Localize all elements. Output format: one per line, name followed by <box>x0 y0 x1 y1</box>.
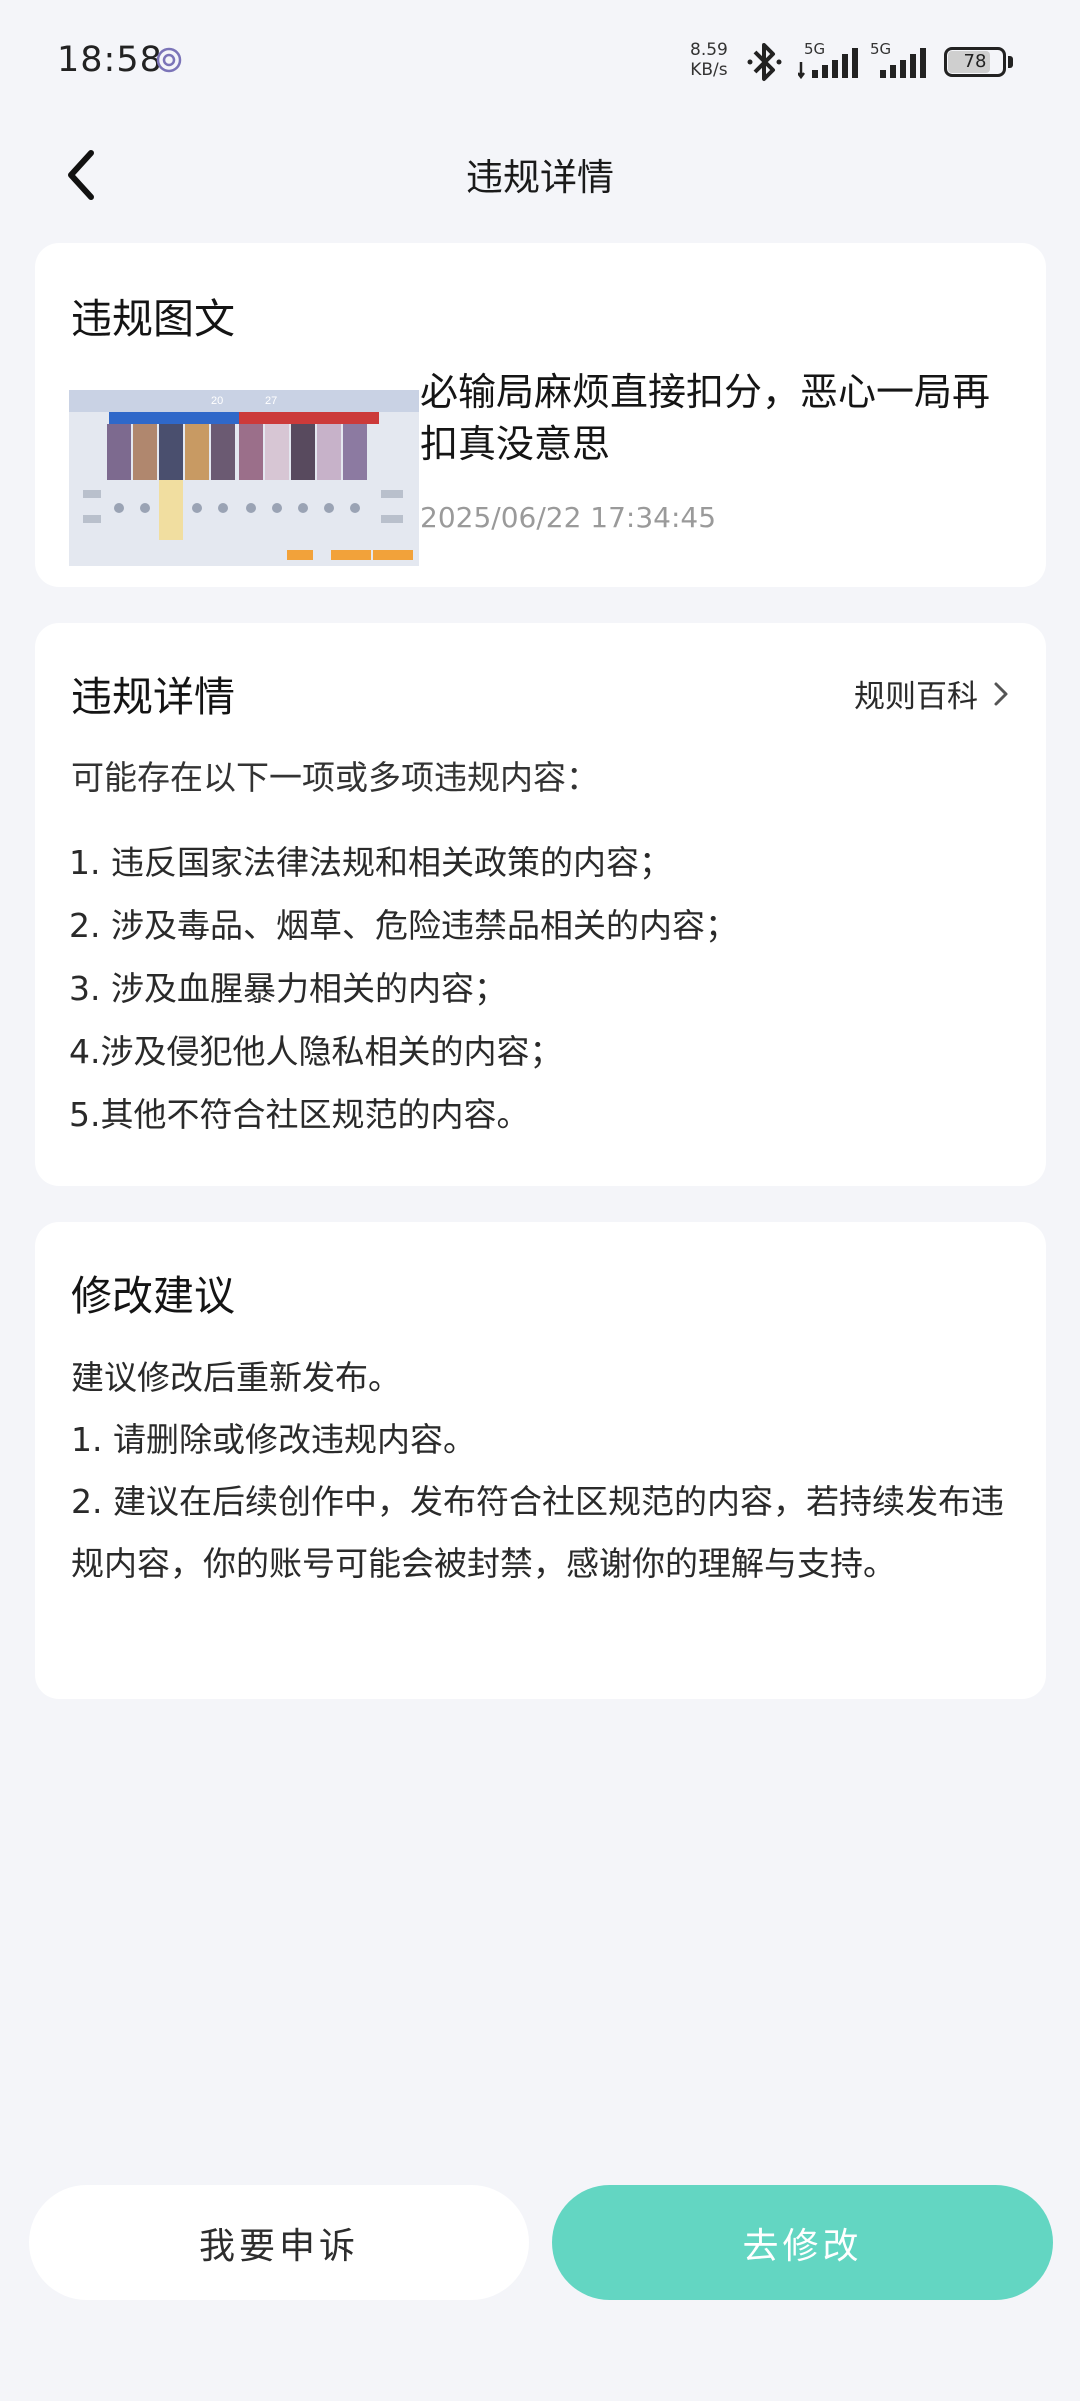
violation-item: 3. 涉及血腥暴力相关的内容； <box>69 969 507 1008</box>
violation-detail-page: 18:58 8.59 KB/s 5G 5G 78 违规详情 违规图文 20 27… <box>0 0 1080 2401</box>
advice-line: 1. 请删除或修改违规内容。 <box>71 1420 476 1459</box>
post-card-title: 违规图文 <box>71 295 235 343</box>
violation-item: 1. 违反国家法律法规和相关政策的内容； <box>69 843 672 882</box>
battery-nub <box>1008 56 1013 68</box>
advice-body: 建议修改后重新发布。 1. 请删除或修改违规内容。 2. 建议在后续创作中，发布… <box>71 1347 1021 1595</box>
appeal-button[interactable]: 我要申诉 <box>29 2185 529 2300</box>
battery-indicator: 78 <box>944 47 1014 77</box>
thumbnail-score-left: 20 <box>211 395 223 407</box>
detail-card-title: 违规详情 <box>71 673 235 721</box>
violation-item: 5.其他不符合社区规范的内容。 <box>69 1095 530 1134</box>
status-bar: 18:58 8.59 KB/s 5G 5G 78 <box>0 0 1080 125</box>
app-notification-icon <box>156 47 182 73</box>
sim1-signal: 5G <box>797 40 866 84</box>
detail-intro: 可能存在以下一项或多项违规内容： <box>71 758 599 797</box>
battery-level: 78 <box>963 51 987 72</box>
advice-card-title: 修改建议 <box>71 1272 235 1320</box>
go-edit-button[interactable]: 去修改 <box>552 2185 1053 2300</box>
network-speed-unit: KB/s <box>690 60 728 80</box>
violation-detail-card: 违规详情 规则百科 可能存在以下一项或多项违规内容： 1. 违反国家法律法规和相… <box>35 623 1046 1186</box>
thumbnail-score-right: 27 <box>265 395 277 407</box>
violation-list: 1. 违反国家法律法规和相关政策的内容； 2. 涉及毒品、烟草、危险违禁品相关的… <box>69 838 738 1153</box>
post-text: 必输局麻烦直接扣分，恶心一局再扣真没意思 <box>420 370 991 466</box>
page-title: 违规详情 <box>466 156 614 199</box>
status-time: 18:58 <box>57 40 163 80</box>
bluetooth-icon <box>747 43 782 81</box>
rules-wiki-label: 规则百科 <box>854 679 978 715</box>
edit-advice-card: 修改建议 建议修改后重新发布。 1. 请删除或修改违规内容。 2. 建议在后续创… <box>35 1222 1046 1699</box>
network-speed-value: 8.59 <box>690 40 728 60</box>
advice-line: 2. 建议在后续创作中，发布符合社区规范的内容，若持续发布违规内容，你的账号可能… <box>71 1482 1004 1583</box>
rules-wiki-link[interactable]: 规则百科 <box>854 671 1010 716</box>
chevron-right-icon <box>994 682 1008 705</box>
violation-post-card[interactable]: 违规图文 20 27 必输局麻烦直接扣分，恶心一局再扣真没意思 2025/06/… <box>35 243 1046 587</box>
violation-item: 4.涉及侵犯他人隐私相关的内容； <box>69 1032 563 1071</box>
post-thumbnail[interactable]: 20 27 <box>69 390 419 566</box>
sim1-network-type: 5G <box>804 40 826 58</box>
sim2-network-type: 5G <box>870 40 892 58</box>
app-header: 违规详情 <box>0 125 1080 225</box>
network-speed: 8.59 KB/s <box>690 40 728 80</box>
violation-item: 2. 涉及毒品、烟草、危险违禁品相关的内容； <box>69 906 738 945</box>
advice-line: 建议修改后重新发布。 <box>71 1358 401 1397</box>
game-screenshot-thumbnail: 20 27 <box>69 390 419 566</box>
sim2-signal: 5G <box>870 40 932 84</box>
post-timestamp: 2025/06/22 17:34:45 <box>420 501 717 534</box>
